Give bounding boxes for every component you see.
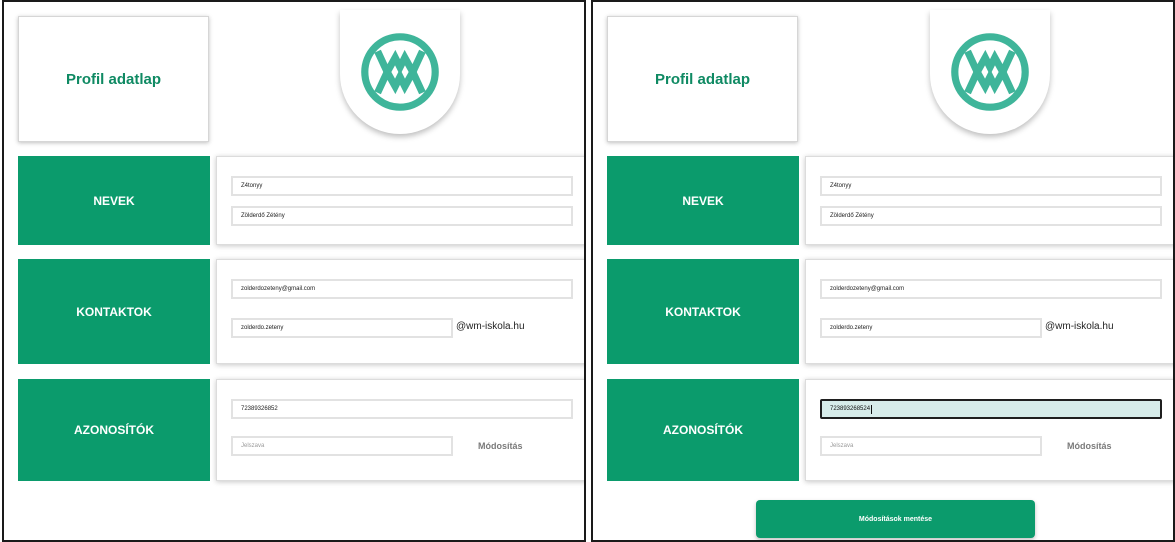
ids-card: 723893268524 Jelszava Módosítás — [805, 379, 1173, 481]
contacts-section-label: KONTAKTOK — [18, 259, 210, 364]
ids-card: 72389326852 Jelszava Módosítás — [216, 379, 584, 481]
contacts-section-label: KONTAKTOK — [607, 259, 799, 364]
profile-panel-right: Profil adatlap NEVEK Z4tonyy Zölderdő Zé… — [591, 0, 1175, 542]
password-input[interactable]: Jelszava — [231, 436, 453, 456]
id-number-input[interactable]: 72389326852 — [231, 399, 573, 419]
username-input[interactable]: Z4tonyy — [231, 176, 573, 196]
school-user-input[interactable]: zolderdo.zeteny — [231, 318, 453, 338]
fullname-input[interactable]: Zölderdő Zétény — [231, 206, 573, 226]
names-card: Z4tonyy Zölderdő Zétény — [805, 156, 1173, 245]
profile-panel-left: Profil adatlap NEVEK Z4tonyy Zölderdő Zé… — [2, 0, 586, 542]
school-domain-suffix: @wm-iskola.hu — [456, 321, 525, 332]
page-title: Profil adatlap — [65, 70, 162, 88]
ids-section-label: AZONOSÍTÓK — [607, 379, 799, 481]
modify-password-link[interactable]: Módosítás — [478, 441, 523, 451]
username-input[interactable]: Z4tonyy — [820, 176, 1162, 196]
id-number-value: 723893268524 — [830, 406, 871, 412]
page-title: Profil adatlap — [654, 70, 751, 88]
save-changes-button[interactable]: Módosítások mentése — [756, 500, 1035, 538]
contacts-card: zolderdozeteny@gmail.com zolderdo.zeteny… — [805, 259, 1173, 364]
wm-logo-icon — [951, 33, 1029, 111]
contacts-card: zolderdozeteny@gmail.com zolderdo.zeteny… — [216, 259, 584, 364]
school-user-input[interactable]: zolderdo.zeteny — [820, 318, 1042, 338]
school-domain-suffix: @wm-iskola.hu — [1045, 321, 1114, 332]
email-input[interactable]: zolderdozeteny@gmail.com — [820, 279, 1162, 299]
names-section-label: NEVEK — [18, 156, 210, 245]
ids-section-label: AZONOSÍTÓK — [18, 379, 210, 481]
text-caret — [871, 404, 873, 414]
logo-badge — [340, 10, 460, 134]
id-number-input-focused[interactable]: 723893268524 — [820, 399, 1162, 419]
wm-logo-icon — [361, 33, 439, 111]
modify-password-link[interactable]: Módosítás — [1067, 441, 1112, 451]
logo-badge — [930, 10, 1050, 134]
title-card: Profil adatlap — [18, 16, 209, 142]
names-section-label: NEVEK — [607, 156, 799, 245]
fullname-input[interactable]: Zölderdő Zétény — [820, 206, 1162, 226]
title-card: Profil adatlap — [607, 16, 798, 142]
email-input[interactable]: zolderdozeteny@gmail.com — [231, 279, 573, 299]
password-input[interactable]: Jelszava — [820, 436, 1042, 456]
names-card: Z4tonyy Zölderdő Zétény — [216, 156, 584, 245]
